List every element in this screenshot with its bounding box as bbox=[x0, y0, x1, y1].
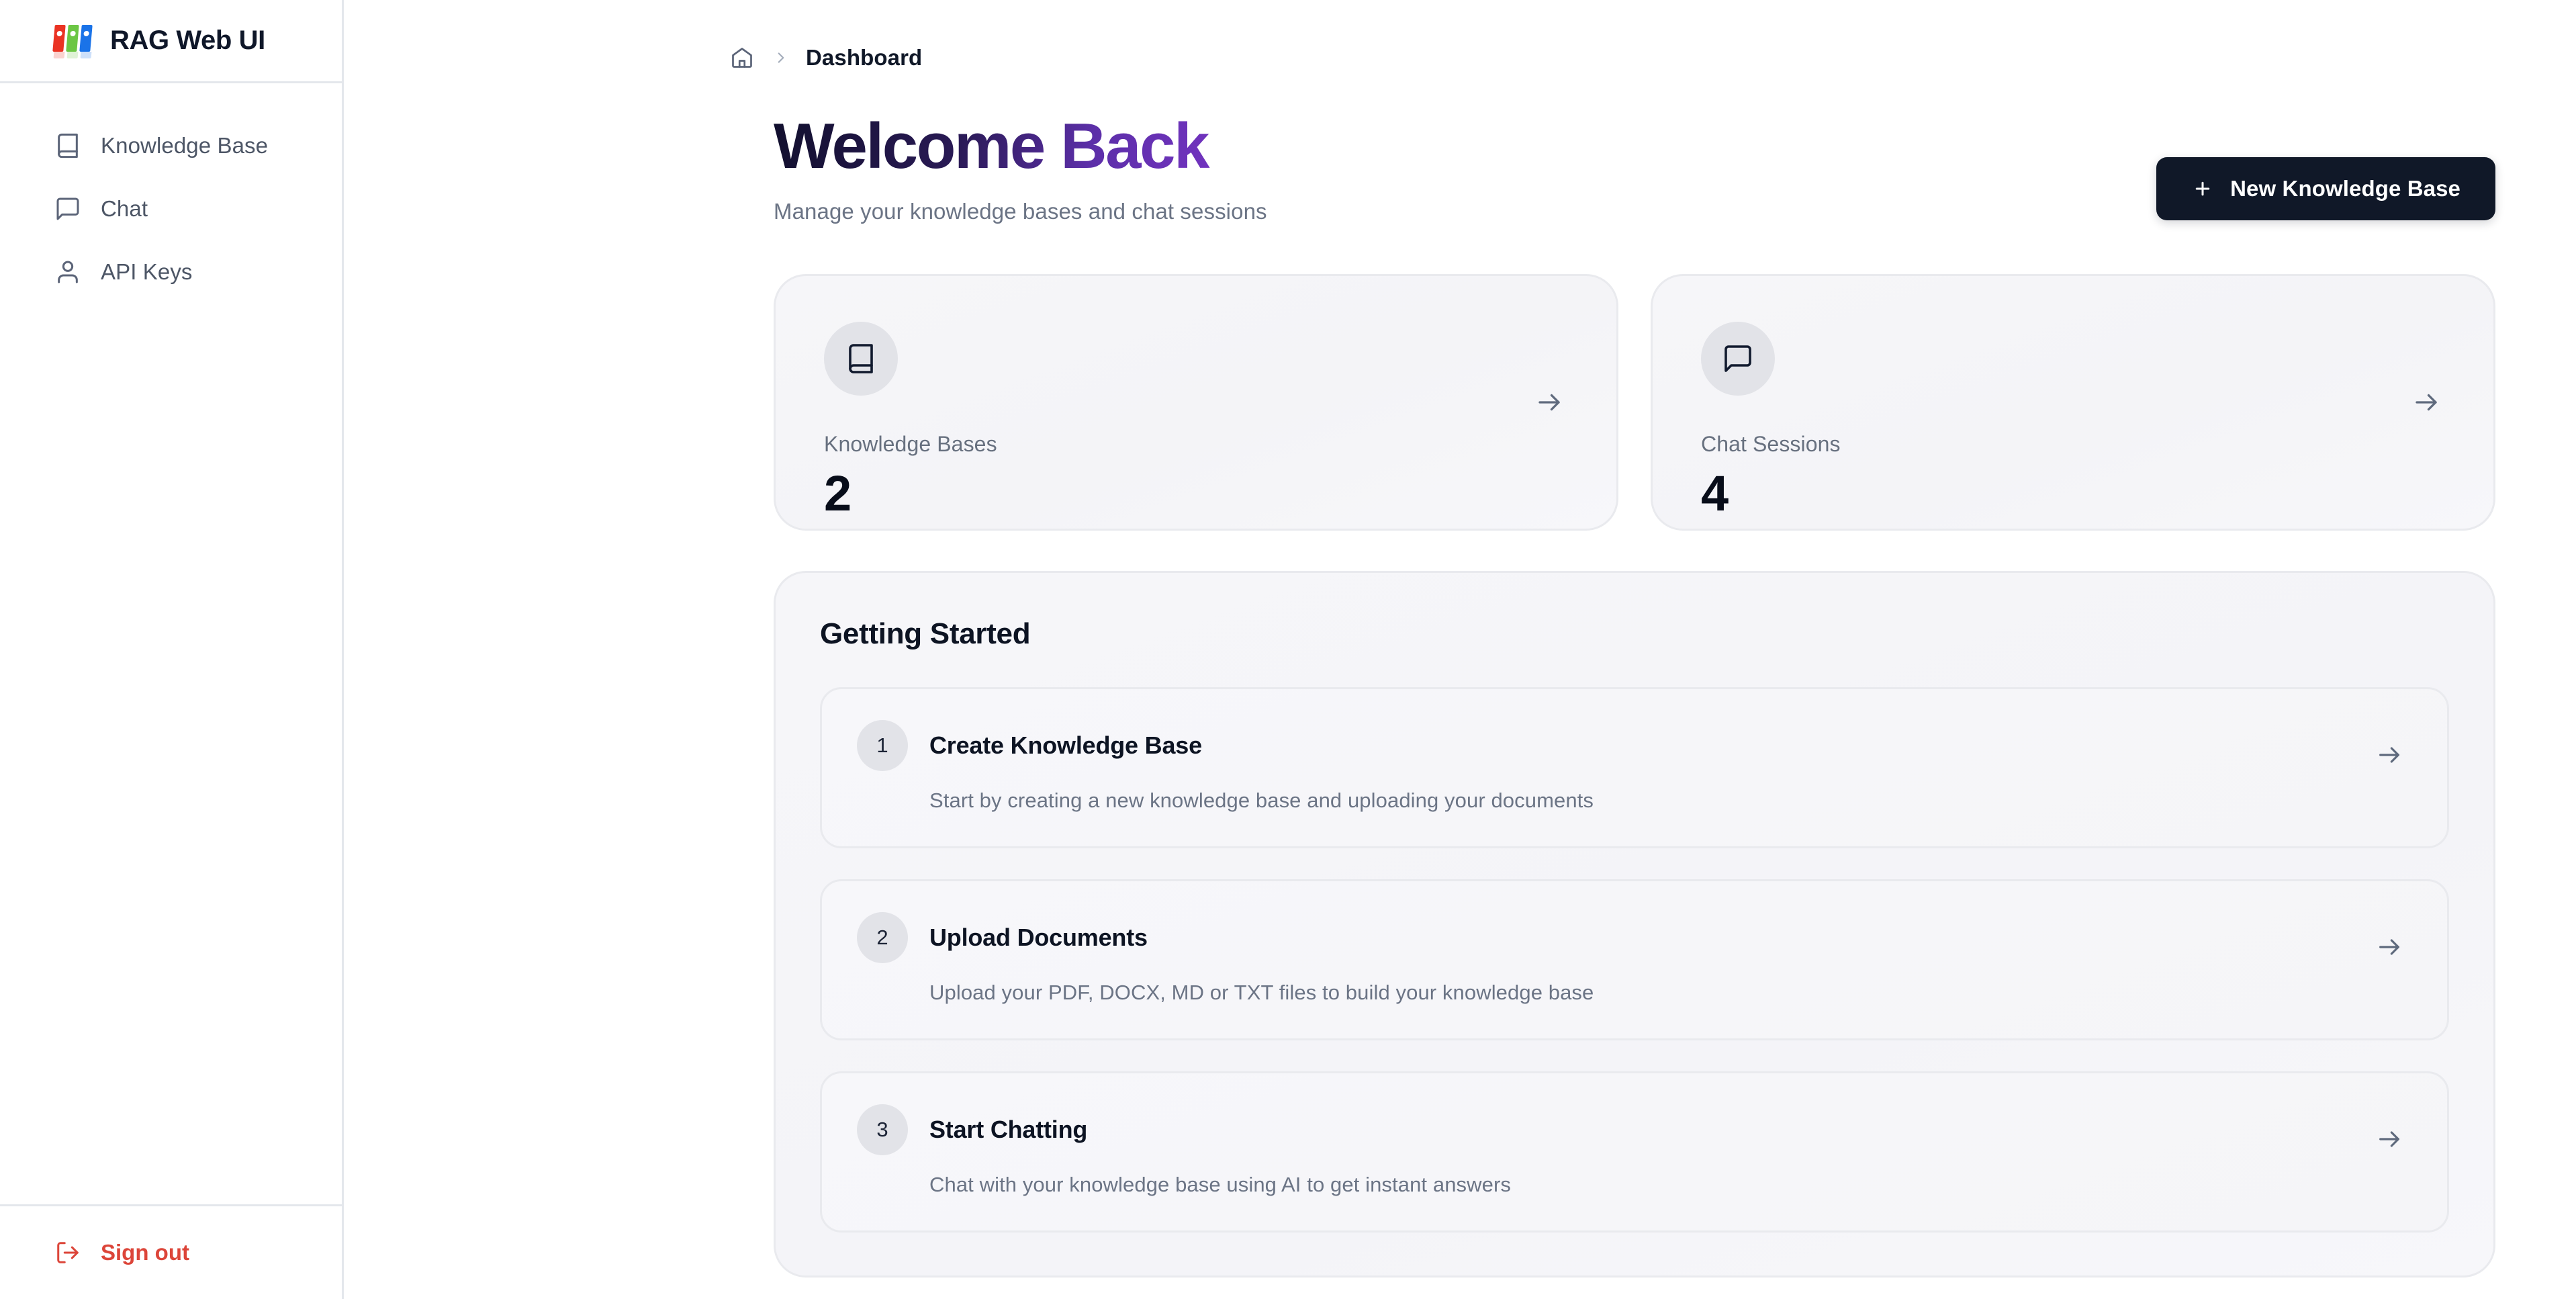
stat-card-knowledge-bases[interactable]: Knowledge Bases 2 bbox=[774, 274, 1618, 531]
step-head: 2 Upload Documents bbox=[857, 912, 2366, 963]
stat-label: Chat Sessions bbox=[1701, 432, 1841, 456]
new-knowledge-base-button[interactable]: New Knowledge Base bbox=[2156, 157, 2495, 220]
book-icon bbox=[824, 322, 898, 396]
new-knowledge-base-label: New Knowledge Base bbox=[2230, 176, 2460, 201]
getting-started-panel: Getting Started 1 Create Knowledge Base … bbox=[774, 571, 2495, 1278]
plus-icon bbox=[2191, 177, 2214, 200]
arrow-right-icon bbox=[2375, 932, 2404, 962]
sidebar-item-api-keys[interactable]: API Keys bbox=[27, 247, 315, 297]
user-icon bbox=[54, 258, 82, 286]
arrow-right-icon bbox=[2375, 1124, 2404, 1154]
step-title: Create Knowledge Base bbox=[929, 731, 1202, 759]
getting-started-step-3[interactable]: 3 Start Chatting Chat with your knowledg… bbox=[820, 1071, 2449, 1233]
step-title: Upload Documents bbox=[929, 924, 1148, 951]
home-icon[interactable] bbox=[728, 44, 756, 72]
page-title-primary: Welcome bbox=[774, 110, 1044, 182]
step-description: Upload your PDF, DOCX, MD or TXT files t… bbox=[929, 981, 1594, 1004]
step-number-badge: 2 bbox=[857, 912, 908, 963]
sidebar-item-label: API Keys bbox=[101, 259, 193, 284]
log-out-icon bbox=[54, 1239, 82, 1267]
step-description: Start by creating a new knowledge base a… bbox=[929, 789, 1594, 812]
step-head: 3 Start Chatting bbox=[857, 1104, 2366, 1155]
sidebar-item-chat[interactable]: Chat bbox=[27, 184, 315, 234]
sidebar-item-knowledge-base[interactable]: Knowledge Base bbox=[27, 121, 315, 171]
main-content: Dashboard Welcome Back Manage your knowl… bbox=[344, 0, 2576, 1299]
arrow-right-icon bbox=[2410, 386, 2442, 418]
step-number-badge: 1 bbox=[857, 720, 908, 771]
stat-label: Knowledge Bases bbox=[824, 432, 997, 456]
arrow-right-icon bbox=[2375, 740, 2404, 770]
sign-out-label: Sign out bbox=[101, 1240, 189, 1265]
getting-started-step-1[interactable]: 1 Create Knowledge Base Start by creatin… bbox=[820, 687, 2449, 848]
sidebar-header: RAG Web UI bbox=[0, 0, 342, 83]
app-title: RAG Web UI bbox=[110, 26, 265, 55]
book-icon bbox=[54, 132, 82, 160]
page-title: Welcome Back bbox=[774, 114, 1267, 179]
stat-value: 2 bbox=[824, 465, 852, 521]
arrow-right-icon bbox=[1533, 386, 1565, 418]
message-square-icon bbox=[54, 195, 82, 223]
getting-started-title: Getting Started bbox=[820, 617, 1031, 650]
getting-started-step-2[interactable]: 2 Upload Documents Upload your PDF, DOCX… bbox=[820, 879, 2449, 1040]
app-root: RAG Web UI Knowledge Base Chat API Keys … bbox=[0, 0, 2576, 1299]
page-title-accent: Back bbox=[1060, 110, 1209, 182]
step-head: 1 Create Knowledge Base bbox=[857, 720, 2366, 771]
getting-started-list: 1 Create Knowledge Base Start by creatin… bbox=[820, 687, 2449, 1233]
sign-out-button[interactable]: Sign out bbox=[27, 1229, 315, 1276]
page-header-text: Welcome Back Manage your knowledge bases… bbox=[774, 114, 1267, 224]
stats-row: Knowledge Bases 2 Chat Sessions 4 bbox=[344, 274, 2576, 531]
sidebar-item-label: Chat bbox=[101, 196, 148, 221]
stat-card-chat-sessions[interactable]: Chat Sessions 4 bbox=[1651, 274, 2495, 531]
sidebar: RAG Web UI Knowledge Base Chat API Keys … bbox=[0, 0, 344, 1299]
page-subtitle: Manage your knowledge bases and chat ses… bbox=[774, 199, 1267, 224]
step-title: Start Chatting bbox=[929, 1116, 1088, 1143]
sidebar-footer: Sign out bbox=[0, 1204, 342, 1299]
breadcrumb: Dashboard bbox=[344, 0, 2576, 82]
stat-value: 4 bbox=[1701, 465, 1729, 521]
message-square-icon bbox=[1701, 322, 1775, 396]
chevron-right-icon bbox=[771, 48, 791, 68]
step-description: Chat with your knowledge base using AI t… bbox=[929, 1173, 1511, 1196]
breadcrumb-current: Dashboard bbox=[806, 45, 923, 70]
step-number-badge: 3 bbox=[857, 1104, 908, 1155]
rag-books-logo-icon bbox=[52, 24, 93, 58]
sidebar-nav: Knowledge Base Chat API Keys bbox=[0, 83, 342, 1204]
sidebar-item-label: Knowledge Base bbox=[101, 133, 269, 158]
